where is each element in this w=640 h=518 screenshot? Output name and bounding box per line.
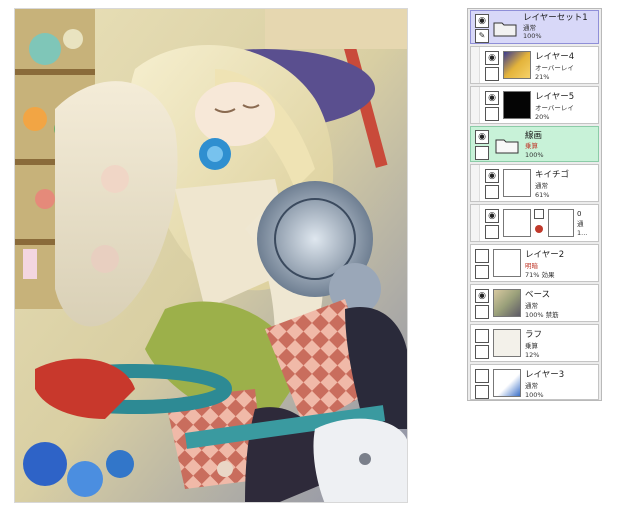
layer-mode: 通 xyxy=(577,220,584,228)
layer-panel: ◉ ✎ レイヤーセット1 通常 100% ◉ レイヤー4 オーバーレイ 21% … xyxy=(467,8,602,401)
folder-icon xyxy=(493,22,517,37)
layer-thumbnail xyxy=(493,329,521,357)
layer-mode: 通常 xyxy=(523,24,536,32)
visibility-checkbox[interactable] xyxy=(475,249,489,263)
eye-icon[interactable]: ◉ xyxy=(475,14,489,28)
layer-opacity: 20% xyxy=(535,113,550,121)
layer-row-layer2[interactable]: レイヤー2 明暗 71% 効果 xyxy=(470,244,599,282)
layer-opacity: 61% xyxy=(535,191,550,199)
layer-name: ベース xyxy=(525,290,551,300)
layer-opacity: 100% 禁筋 xyxy=(525,311,559,319)
layer-thumbnail xyxy=(503,51,531,79)
lock-checkbox[interactable] xyxy=(485,107,499,121)
visibility-checkbox[interactable] xyxy=(475,329,489,343)
layer-name: レイヤー4 xyxy=(535,52,575,62)
eye-icon[interactable]: ◉ xyxy=(485,169,499,183)
layer-row-folder-set1[interactable]: ◉ ✎ レイヤーセット1 通常 100% xyxy=(470,10,599,44)
layer-row-kiichigo[interactable]: ◉ キイチゴ 通常 61% xyxy=(470,164,599,202)
layer-opacity: 100% xyxy=(523,32,542,40)
lock-checkbox[interactable] xyxy=(485,225,499,239)
eye-icon[interactable]: ◉ xyxy=(485,91,499,105)
visibility-checkbox[interactable] xyxy=(475,369,489,383)
lock-checkbox[interactable] xyxy=(485,185,499,199)
layer-name: レイヤーセット1 xyxy=(523,13,588,23)
lock-checkbox[interactable] xyxy=(485,67,499,81)
link-icon[interactable] xyxy=(534,209,544,219)
layer-name: 0 xyxy=(577,210,582,218)
layer-name: 線画 xyxy=(525,131,543,141)
layer-opacity: 100% xyxy=(525,391,544,399)
eye-icon[interactable]: ◉ xyxy=(485,51,499,65)
mask-indicator-icon xyxy=(535,225,543,233)
layer-name: レイヤー3 xyxy=(525,370,565,380)
layer-row-layer5[interactable]: ◉ レイヤー5 オーバーレイ 20% xyxy=(470,86,599,124)
layer-thumbnail xyxy=(493,249,521,277)
lock-checkbox[interactable] xyxy=(475,305,489,319)
mask-thumbnail xyxy=(548,209,574,237)
layer-thumbnail xyxy=(503,209,531,237)
layer-opacity: 71% 効果 xyxy=(525,271,555,279)
lock-checkbox[interactable] xyxy=(475,345,489,359)
layer-row-rough[interactable]: ラフ 乗算 12% xyxy=(470,324,599,362)
layer-opacity: 21% xyxy=(535,73,550,81)
layer-name: レイヤー5 xyxy=(535,92,575,102)
brush-icon[interactable]: ✎ xyxy=(475,29,489,43)
layer-mode: 明暗 xyxy=(525,262,538,270)
layer-mode: オーバーレイ xyxy=(535,104,574,112)
layer-thumbnail xyxy=(503,169,531,197)
lock-checkbox[interactable] xyxy=(475,385,489,399)
lock-checkbox[interactable] xyxy=(475,265,489,279)
layer-thumbnail xyxy=(493,289,521,317)
lock-checkbox[interactable] xyxy=(475,146,489,160)
layer-thumbnail xyxy=(493,369,521,397)
canvas-artwork[interactable] xyxy=(14,8,408,503)
layer-name: ラフ xyxy=(525,330,543,340)
layer-mode: 通常 xyxy=(535,182,548,190)
layer-row-layer3[interactable]: レイヤー3 通常 100% xyxy=(470,364,599,400)
layer-mode: 乗算 xyxy=(525,342,538,350)
layer-mode: 通常 xyxy=(525,382,538,390)
layer-row-base[interactable]: ◉ ベース 通常 100% 禁筋 xyxy=(470,284,599,322)
eye-icon[interactable]: ◉ xyxy=(475,289,489,303)
eye-icon[interactable]: ◉ xyxy=(485,209,499,223)
folder-icon xyxy=(495,139,519,154)
layer-mode: 乗算 xyxy=(525,142,538,150)
layer-row-folder-lineart[interactable]: ◉ 線画 乗算 100% xyxy=(470,126,599,162)
illustration xyxy=(15,9,407,502)
layer-row-mask[interactable]: ◉ 0 通 1... xyxy=(470,204,599,242)
layer-name: キイチゴ xyxy=(535,170,570,180)
layer-mode: 通常 xyxy=(525,302,538,310)
layer-mode: オーバーレイ xyxy=(535,64,574,72)
layer-opacity: 100% xyxy=(525,151,544,159)
layer-thumbnail xyxy=(503,91,531,119)
layer-name: レイヤー2 xyxy=(525,250,565,260)
eye-icon[interactable]: ◉ xyxy=(475,130,489,144)
layer-opacity: 1... xyxy=(577,229,588,237)
layer-opacity: 12% xyxy=(525,351,540,359)
layer-row-layer4[interactable]: ◉ レイヤー4 オーバーレイ 21% xyxy=(470,46,599,84)
